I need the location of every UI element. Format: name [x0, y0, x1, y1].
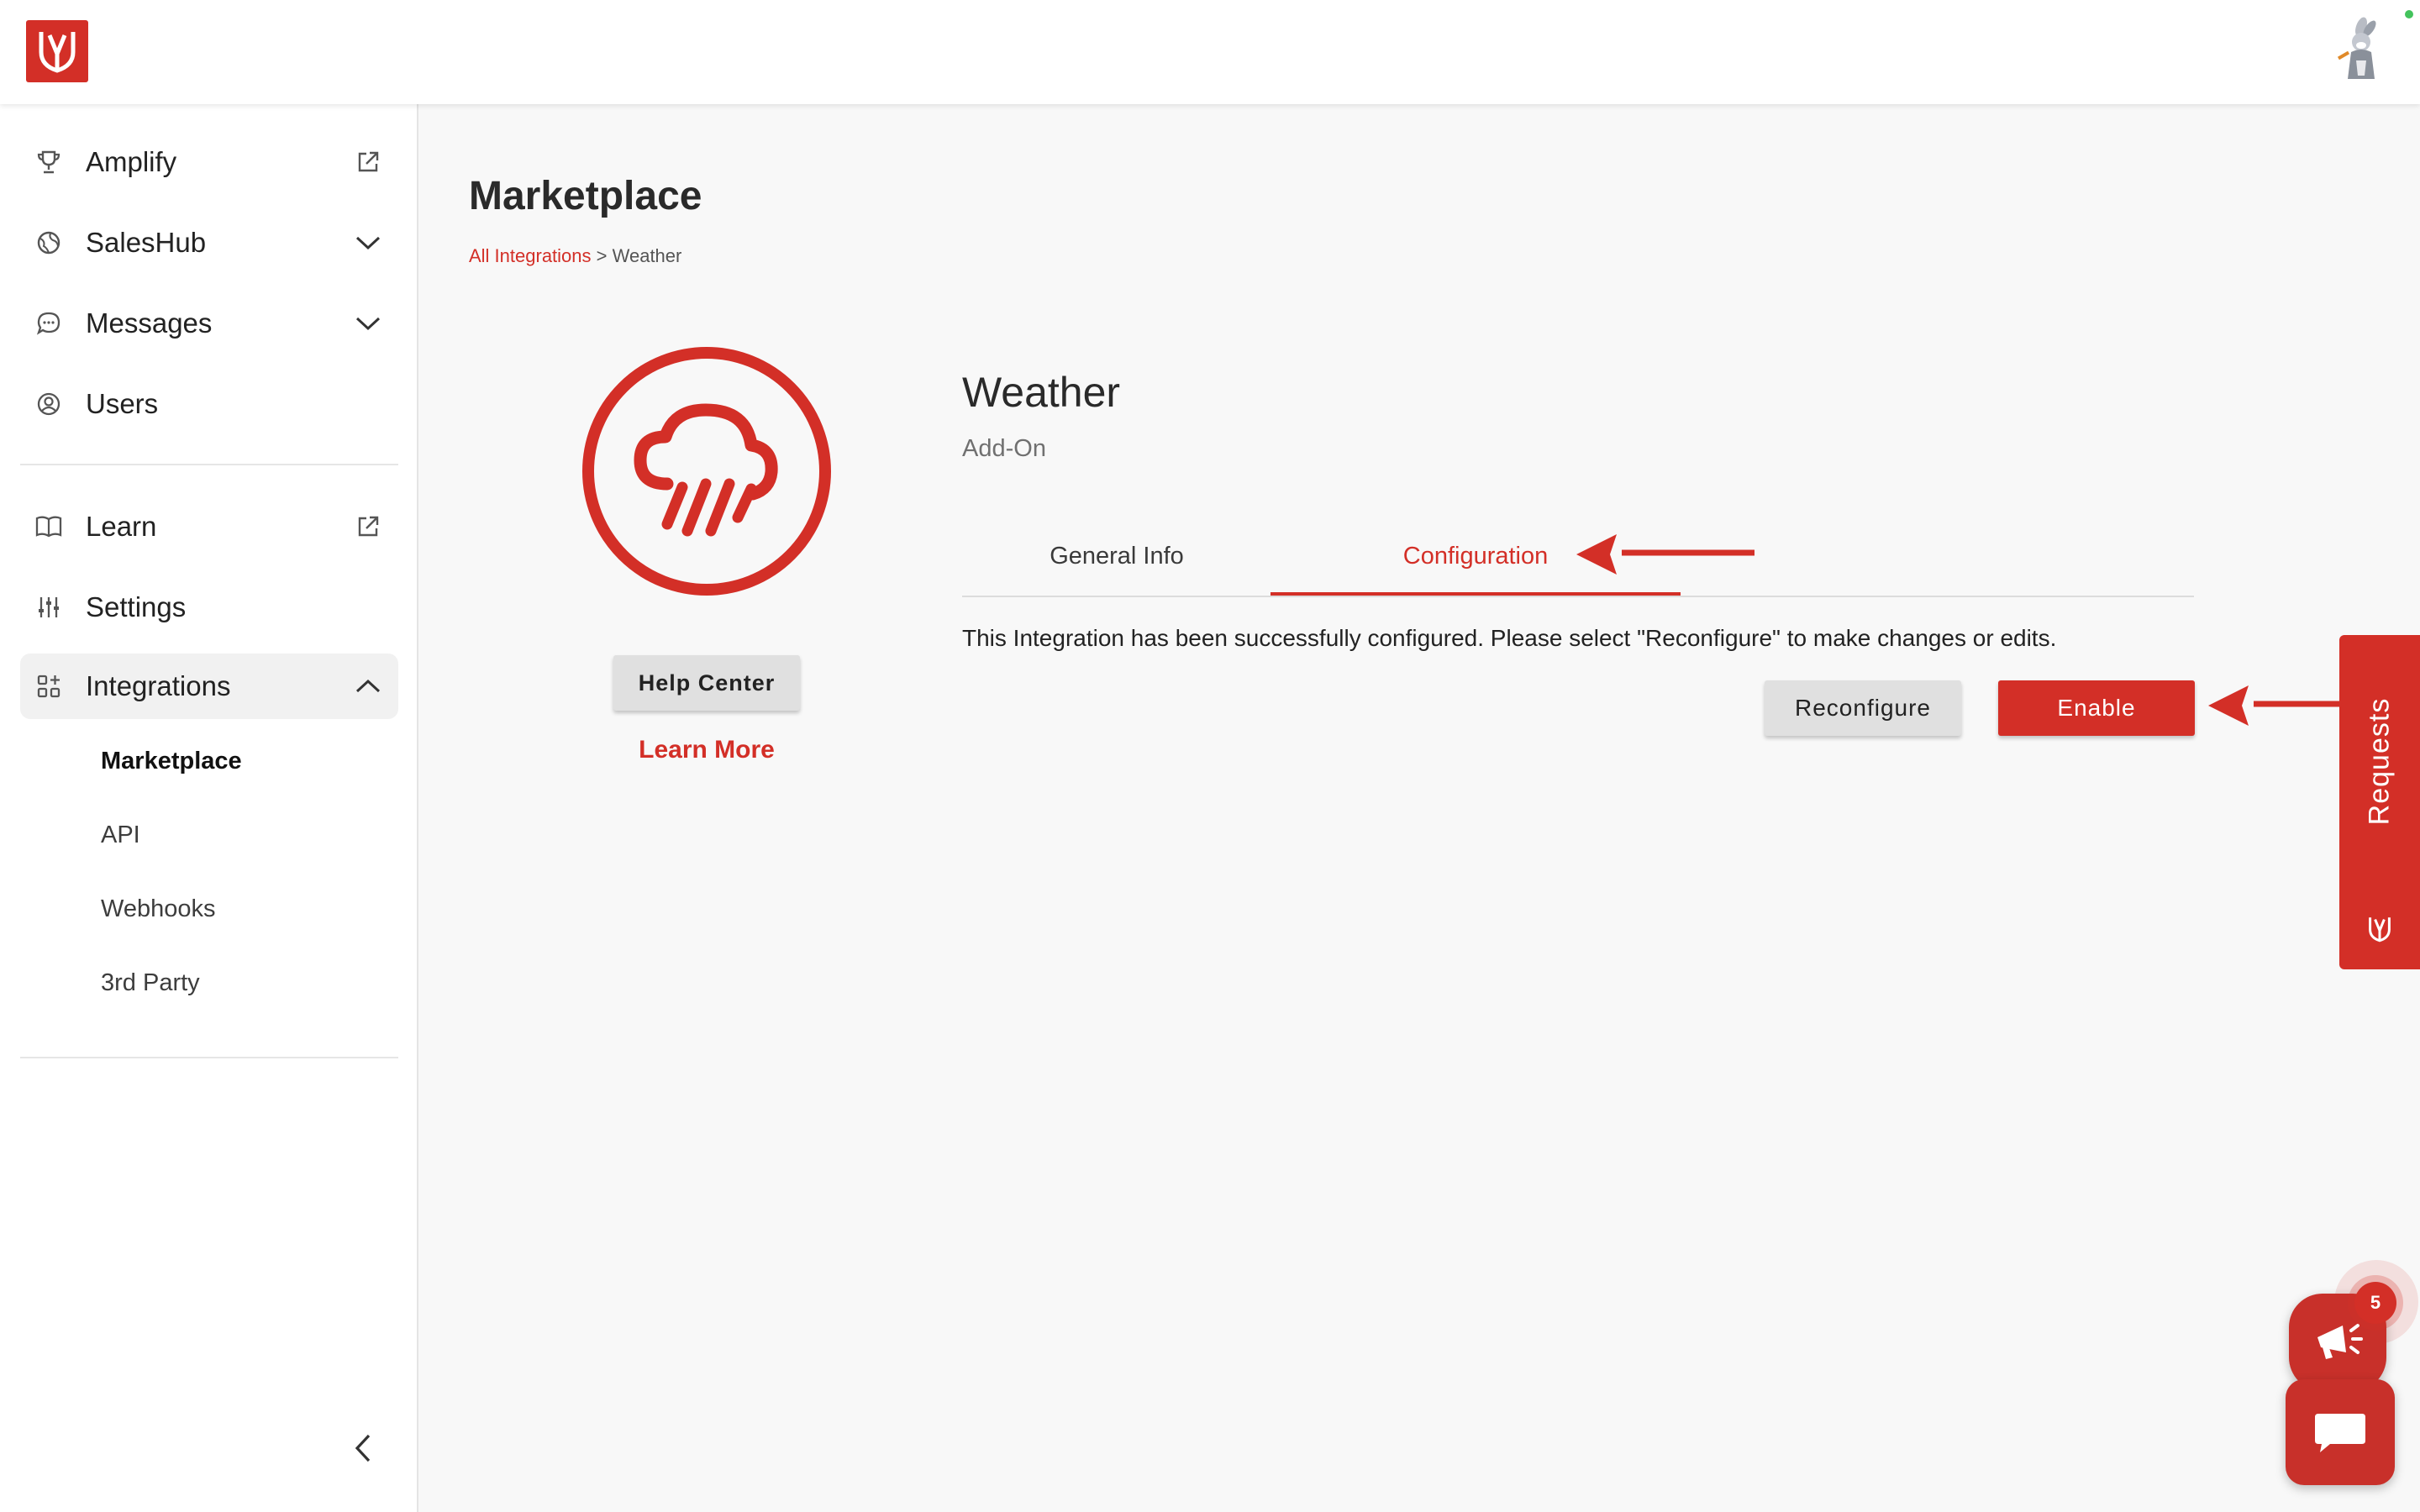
sidebar-item-label: Messages: [86, 307, 213, 339]
sidebar: Amplify SalesHub Messages Users Learn Se…: [0, 104, 418, 1512]
enable-button[interactable]: Enable: [1998, 680, 2195, 736]
sidebar-subitem-3rd-party[interactable]: 3rd Party: [101, 969, 200, 997]
integration-title: Weather: [962, 369, 1121, 416]
sidebar-subitem-marketplace[interactable]: Marketplace: [101, 748, 242, 775]
chevron-up-icon[interactable]: [350, 668, 387, 705]
tabs-divider: [962, 596, 2194, 597]
brand-logo-icon: [2363, 912, 2396, 946]
integration-subtitle: Add-On: [962, 435, 1046, 462]
sidebar-item-users[interactable]: Users: [20, 371, 398, 437]
sliders-icon: [32, 591, 66, 624]
weather-logo: [580, 344, 834, 598]
sidebar-item-label: Integrations: [86, 670, 231, 701]
sidebar-item-messages[interactable]: Messages: [20, 291, 398, 356]
rain-cloud-icon: [582, 347, 831, 596]
sidebar-item-label: Amplify: [86, 146, 177, 177]
avatar-image-icon: [2337, 17, 2376, 79]
status-message: This Integration has been successfully c…: [962, 625, 2057, 651]
trophy-icon: [32, 145, 66, 179]
sidebar-item-learn[interactable]: Learn: [20, 494, 398, 559]
help-center-button[interactable]: Help Center: [613, 655, 800, 711]
brand-logo-icon: [39, 32, 76, 73]
breadcrumb-separator: >: [591, 245, 613, 266]
page-title: Marketplace: [469, 174, 702, 218]
sidebar-item-amplify[interactable]: Amplify: [20, 129, 398, 195]
sidebar-item-label: Settings: [86, 591, 187, 622]
notification-count-badge: 5: [2354, 1282, 2396, 1324]
globe-icon: [32, 226, 66, 260]
megaphone-icon: [2317, 1324, 2363, 1359]
breadcrumb-current: Weather: [612, 245, 682, 266]
brand-logo[interactable]: [26, 20, 88, 82]
active-tab-indicator: [1270, 592, 1681, 596]
sidebar-item-label: Users: [86, 388, 159, 419]
learn-more-link[interactable]: Learn More: [588, 736, 825, 764]
chat-bubble-icon: [32, 307, 66, 340]
sidebar-divider: [20, 1057, 398, 1058]
chat-icon: [2315, 1414, 2365, 1452]
avatar[interactable]: [2323, 15, 2393, 86]
sidebar-divider: [20, 464, 398, 465]
sidebar-subitem-api[interactable]: API: [101, 822, 140, 849]
sidebar-subitem-webhooks[interactable]: Webhooks: [101, 895, 216, 923]
chat-widget-button[interactable]: [2286, 1379, 2395, 1485]
tab-general-info[interactable]: General Info: [962, 543, 1271, 570]
sidebar-item-label: Learn: [86, 511, 157, 542]
collapse-sidebar-button[interactable]: [345, 1430, 381, 1467]
sidebar-item-saleshub[interactable]: SalesHub: [20, 210, 398, 276]
sidebar-item-integrations[interactable]: Integrations: [20, 654, 398, 719]
chevron-down-icon[interactable]: [350, 305, 387, 342]
chevron-left-icon: [355, 1434, 371, 1462]
breadcrumb-link-all-integrations[interactable]: All Integrations: [469, 245, 592, 266]
external-link-icon: [350, 508, 387, 545]
breadcrumb: All Integrations > Weather: [469, 245, 681, 267]
book-icon: [32, 510, 66, 543]
sidebar-item-settings[interactable]: Settings: [20, 575, 398, 640]
top-bar: [0, 0, 2420, 104]
requests-label-text: Requests: [2363, 697, 2396, 825]
reconfigure-button[interactable]: Reconfigure: [1765, 680, 1961, 736]
user-circle-icon: [32, 387, 66, 421]
online-status-dot: [2405, 10, 2413, 18]
annotation-arrow-icon: [1576, 534, 1754, 575]
sidebar-item-label: SalesHub: [86, 227, 207, 258]
grid-icon: [32, 669, 66, 703]
requests-tab-label[interactable]: Requests: [2339, 635, 2420, 887]
external-link-icon: [350, 144, 387, 181]
chevron-down-icon[interactable]: [350, 224, 387, 261]
